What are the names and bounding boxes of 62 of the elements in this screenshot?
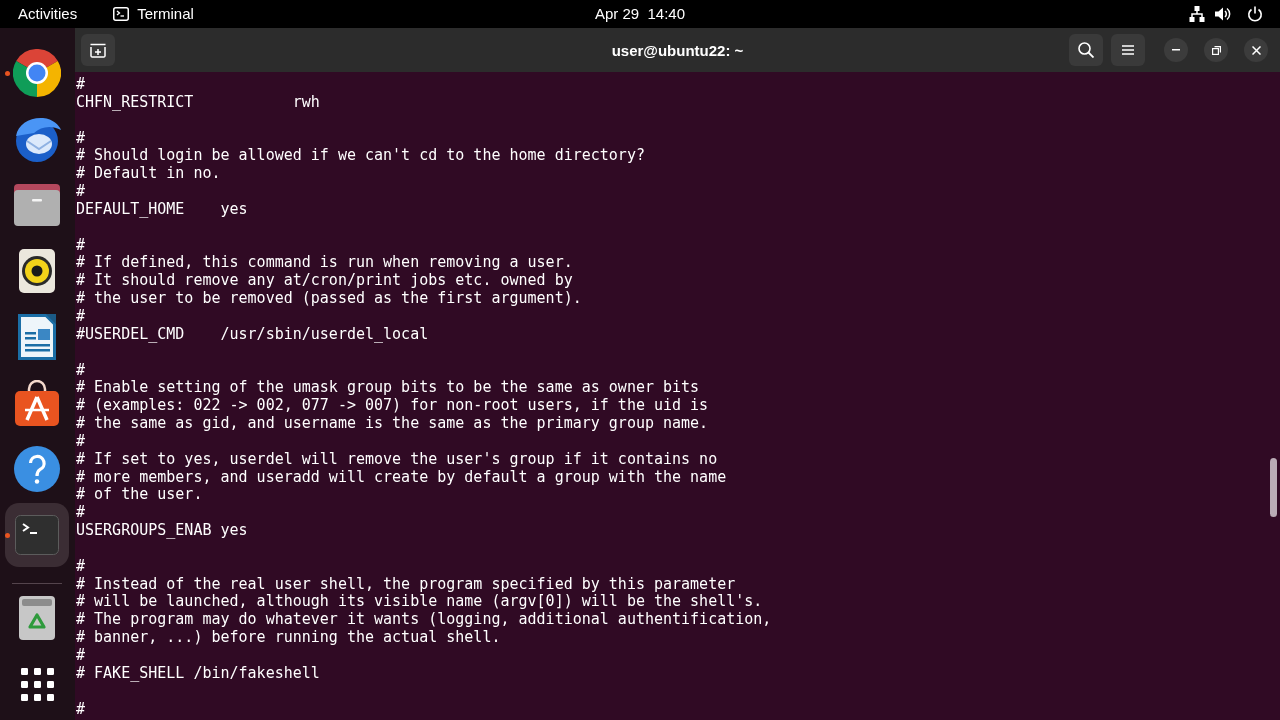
- volume-icon[interactable]: [1215, 6, 1231, 22]
- shopping-bag-icon: [15, 380, 59, 426]
- terminal-line: # Should login be allowed if we can't cd to the home directory?: [76, 147, 645, 166]
- terminal-line: # The program may do whatever it wants (logging, additional authentification,: [76, 611, 772, 630]
- terminal-line: #: [76, 557, 86, 576]
- terminal-line: CHFN_RESTRICT rwh: [76, 93, 320, 112]
- plus-square-icon: [90, 42, 106, 58]
- document-icon: [18, 314, 56, 360]
- terminal-line: # the user to be removed (passed as the first argument).: [76, 290, 582, 308]
- terminal-line: # banner, ...) before running the actual shell.: [76, 629, 501, 647]
- trash-icon: [19, 596, 55, 640]
- terminal-line: # more members, and useradd will create by default a group with the name: [76, 468, 727, 487]
- terminal-line: #: [76, 504, 86, 523]
- scrollbar-thumb[interactable]: [1270, 458, 1277, 517]
- clock-button[interactable]: Apr 29 14:40: [594, 5, 686, 23]
- terminal-line: # Instead of the real user shell, the program specified by this parameter: [76, 575, 736, 594]
- minimize-button[interactable]: [1164, 38, 1188, 62]
- menu-icon: [1122, 45, 1134, 55]
- activities-button[interactable]: Activities: [18, 5, 78, 23]
- terminal-line: DEFAULT_HOME yes: [76, 200, 248, 219]
- new-tab-button[interactable]: [81, 34, 115, 66]
- terminal-icon: [113, 7, 130, 21]
- restore-icon: [1211, 45, 1221, 55]
- window-title: user@ubuntu22: ~: [611, 41, 744, 59]
- terminal-line: # FAKE_SHELL /bin/fakeshell: [76, 664, 320, 683]
- browser-icon: [13, 49, 61, 97]
- app-grid-icon: [20, 667, 54, 701]
- terminal-line: #USERDEL_CMD /usr/sbin/userdel_local: [76, 325, 429, 344]
- terminal-line: #: [76, 76, 86, 94]
- terminal-icon: [15, 515, 59, 555]
- terminal-line: #: [76, 432, 86, 451]
- terminal-line: USERGROUPS_ENAB yes: [76, 522, 248, 540]
- terminal-line: # Enable setting of the umask group bits to be the same as owner bits: [76, 379, 700, 398]
- terminal-line: #: [76, 236, 86, 255]
- terminal-line: #: [76, 361, 86, 380]
- search-button[interactable]: [1069, 34, 1103, 66]
- terminal-line: #: [76, 307, 86, 326]
- terminal-line: # It should remove any at/cron/print jobs etc. owned by: [76, 272, 573, 291]
- close-button[interactable]: [1244, 38, 1268, 62]
- mail-icon: [13, 116, 61, 162]
- terminal-line: #: [76, 183, 86, 201]
- folder-icon: [14, 184, 60, 226]
- terminal-line: # If defined, this command is run when removing a user.: [76, 254, 573, 273]
- speaker-icon: [19, 249, 55, 293]
- search-icon: [1078, 42, 1094, 58]
- terminal-line: # of the user.: [76, 486, 203, 505]
- terminal-line: # Default in no.: [76, 165, 221, 184]
- network-icon[interactable]: [1189, 6, 1205, 22]
- terminal-line: # If set to yes, userdel will remove the user's group if it contains no: [76, 450, 718, 469]
- terminal-line: # the same as gid, and username is the same as the primary group name.: [76, 415, 709, 433]
- minimize-icon: [1172, 49, 1180, 51]
- restore-button[interactable]: [1204, 38, 1228, 62]
- terminal-line: # (examples: 022 -> 002, 077 -> 007) for non-root users, if the uid is: [76, 397, 709, 416]
- terminal-line: #: [76, 129, 86, 148]
- terminal-line: #: [76, 647, 86, 665]
- power-icon[interactable]: [1247, 6, 1263, 22]
- terminal-line: #: [76, 700, 86, 719]
- help-icon: [14, 446, 60, 492]
- menu-button[interactable]: [1111, 34, 1145, 66]
- terminal-line: # will be launched, although its visible name (argv[0]) will be the shell's.: [76, 593, 763, 612]
- app-menu-button[interactable]: Terminal: [113, 5, 194, 23]
- close-icon: [1251, 45, 1261, 55]
